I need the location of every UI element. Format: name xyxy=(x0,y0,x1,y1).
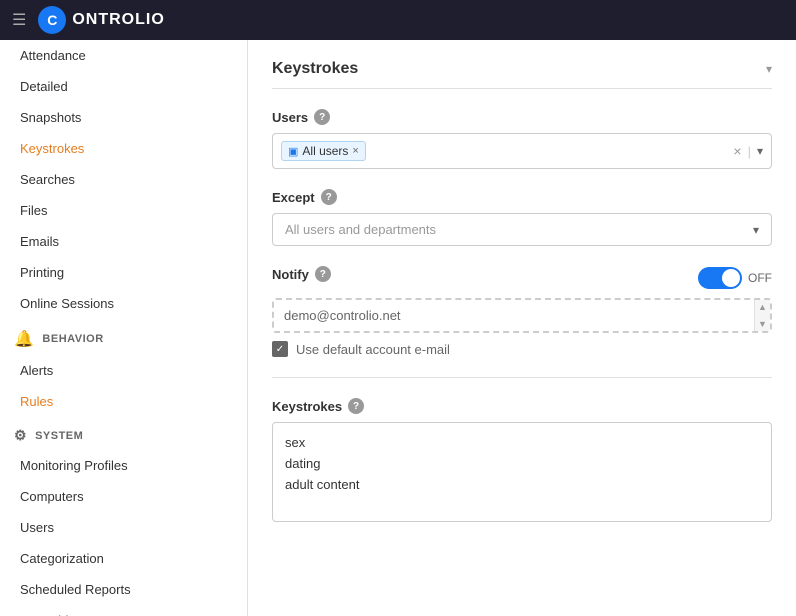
keystrokes-section: Keystrokes ? sexdatingadult content xyxy=(272,398,772,522)
content-title: Keystrokes xyxy=(272,60,358,78)
sidebar-item-printing[interactable]: Printing xyxy=(0,257,247,288)
sidebar-item-rules[interactable]: Rules xyxy=(0,386,247,417)
main-layout: Attendance Detailed Snapshots Keystrokes… xyxy=(0,40,796,616)
except-arrow-icon: ▾ xyxy=(753,223,759,237)
keystrokes-label: Keystrokes ? xyxy=(272,398,772,414)
sidebar-scroll-area[interactable]: Attendance Detailed Snapshots Keystrokes… xyxy=(0,40,247,616)
scroll-up-arrow[interactable]: ▲ xyxy=(758,302,767,312)
tag-close-button[interactable]: × xyxy=(352,145,358,157)
hamburger-icon[interactable]: ☰ xyxy=(12,10,26,30)
bell-icon: 🔔 xyxy=(14,329,34,349)
system-section: ⚙ SYSTEM xyxy=(0,417,247,450)
tag-label: All users xyxy=(302,144,348,158)
tag-icon: ▣ xyxy=(288,145,298,158)
keystrokes-textarea[interactable]: sexdatingadult content xyxy=(272,422,772,522)
sidebar-item-computers[interactable]: Computers xyxy=(0,481,247,512)
scroll-down-arrow[interactable]: ▼ xyxy=(758,319,767,329)
content-header: Keystrokes ▾ xyxy=(272,60,772,89)
sidebar-item-keystrokes[interactable]: Keystrokes xyxy=(0,133,247,164)
users-dropdown-arrow[interactable]: ▾ xyxy=(757,144,763,158)
toggle-knob xyxy=(722,269,740,287)
sidebar-item-files[interactable]: Files xyxy=(0,195,247,226)
notify-row: Notify ? OFF xyxy=(272,266,772,290)
content-area: Keystrokes ▾ Users ? ▣ All users × xyxy=(248,40,796,616)
notify-section: Notify ? OFF ▲ ▼ xyxy=(272,266,772,357)
logo-text: ONTROLIO xyxy=(72,11,164,29)
except-section: Except ? All users and departments ▾ xyxy=(272,189,772,246)
logo-circle: C xyxy=(38,6,66,34)
keystrokes-help-icon[interactable]: ? xyxy=(348,398,364,414)
except-placeholder: All users and departments xyxy=(285,222,436,237)
sidebar-item-detailed[interactable]: Detailed xyxy=(0,71,247,102)
default-email-checkbox[interactable]: ✓ xyxy=(272,341,288,357)
except-help-icon[interactable]: ? xyxy=(321,189,337,205)
sidebar-item-snapshots[interactable]: Snapshots xyxy=(0,102,247,133)
sidebar-item-attendance[interactable]: Attendance xyxy=(0,40,247,71)
logo: C ONTROLIO xyxy=(38,6,164,34)
email-input[interactable] xyxy=(274,300,754,331)
users-select-tags: ▣ All users × xyxy=(281,141,733,161)
checkbox-label: Use default account e-mail xyxy=(296,342,450,357)
users-label: Users ? xyxy=(272,109,772,125)
email-scroll: ▲ ▼ xyxy=(754,300,770,331)
toggle-label: OFF xyxy=(748,271,772,285)
users-clear-button[interactable]: × xyxy=(733,143,741,159)
all-users-tag[interactable]: ▣ All users × xyxy=(281,141,366,161)
notify-toggle-container: OFF xyxy=(698,267,772,289)
sidebar-item-categorization[interactable]: Categorization xyxy=(0,543,247,574)
notify-toggle[interactable] xyxy=(698,267,742,289)
users-help-icon[interactable]: ? xyxy=(314,109,330,125)
sidebar-item-alerts[interactable]: Alerts xyxy=(0,355,247,386)
email-input-wrapper: ▲ ▼ xyxy=(272,298,772,333)
content-dropdown-arrow[interactable]: ▾ xyxy=(766,62,772,76)
users-select[interactable]: ▣ All users × × | ▾ xyxy=(272,133,772,169)
sidebar: Attendance Detailed Snapshots Keystrokes… xyxy=(0,40,248,616)
sidebar-item-monitoring-profiles[interactable]: Monitoring Profiles xyxy=(0,450,247,481)
topbar: ☰ C ONTROLIO xyxy=(0,0,796,40)
sidebar-item-online-sessions[interactable]: Online Sessions xyxy=(0,288,247,319)
sidebar-item-scheduled-reports[interactable]: Scheduled Reports xyxy=(0,574,247,605)
notify-help-icon[interactable]: ? xyxy=(315,266,331,282)
except-dropdown[interactable]: All users and departments ▾ xyxy=(272,213,772,246)
sidebar-item-emails[interactable]: Emails xyxy=(0,226,247,257)
sidebar-item-users[interactable]: Users xyxy=(0,512,247,543)
notify-label: Notify ? xyxy=(272,266,331,282)
sidebar-item-lost-objects[interactable]: Lost Objects xyxy=(0,605,247,616)
sidebar-item-searches[interactable]: Searches xyxy=(0,164,247,195)
divider xyxy=(272,377,772,378)
except-label: Except ? xyxy=(272,189,772,205)
checkbox-row: ✓ Use default account e-mail xyxy=(272,341,772,357)
users-section: Users ? ▣ All users × × | ▾ xyxy=(272,109,772,169)
check-icon: ✓ xyxy=(276,344,284,355)
gear-icon: ⚙ xyxy=(14,427,27,444)
behavior-section: 🔔 BEHAVIOR xyxy=(0,319,247,355)
users-select-controls: × | ▾ xyxy=(733,143,763,159)
logo-letter: C xyxy=(47,12,57,28)
